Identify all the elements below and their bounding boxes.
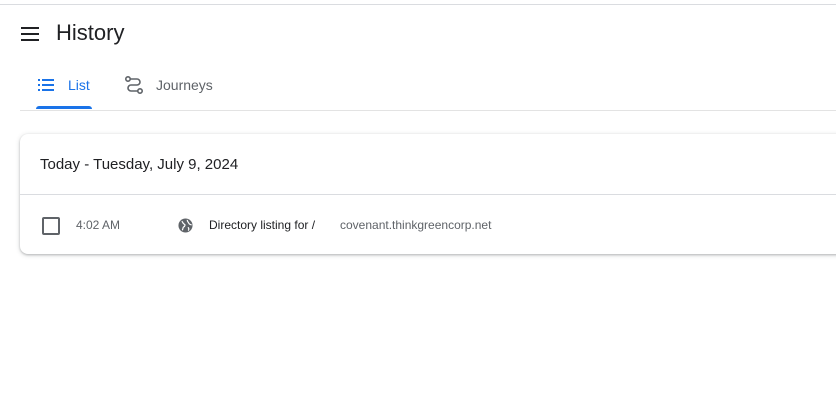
- page-title: History: [56, 20, 125, 45]
- history-entry[interactable]: 4:02 AM Directory listing for / covenant…: [20, 195, 836, 254]
- selected-tab-indicator: [36, 106, 92, 109]
- history-page: History List Journeys Today - Tuesday, J…: [0, 0, 836, 413]
- entry-title-link[interactable]: Directory listing for /: [209, 217, 315, 233]
- entry-time: 4:02 AM: [76, 218, 121, 232]
- list-icon: [36, 75, 56, 95]
- hamburger-menu-icon: [21, 27, 39, 41]
- tab-journeys-label: Journeys: [156, 77, 213, 93]
- journeys-icon: [124, 75, 144, 95]
- globe-icon: [177, 217, 193, 233]
- main-menu-button[interactable]: [18, 22, 42, 46]
- entry-domain: covenant.thinkgreencorp.net: [340, 218, 492, 232]
- toolbar-divider: [0, 4, 836, 5]
- tab-list-label: List: [68, 77, 90, 93]
- tab-bar: List Journeys: [20, 62, 836, 111]
- tab-list[interactable]: List: [36, 62, 92, 109]
- history-day-card: Today - Tuesday, July 9, 2024 4:02 AM Di…: [20, 134, 836, 254]
- day-header: Today - Tuesday, July 9, 2024: [20, 134, 836, 195]
- tab-journeys[interactable]: Journeys: [124, 62, 234, 108]
- entry-checkbox[interactable]: [42, 217, 60, 235]
- date-heading: Today - Tuesday, July 9, 2024: [40, 156, 239, 173]
